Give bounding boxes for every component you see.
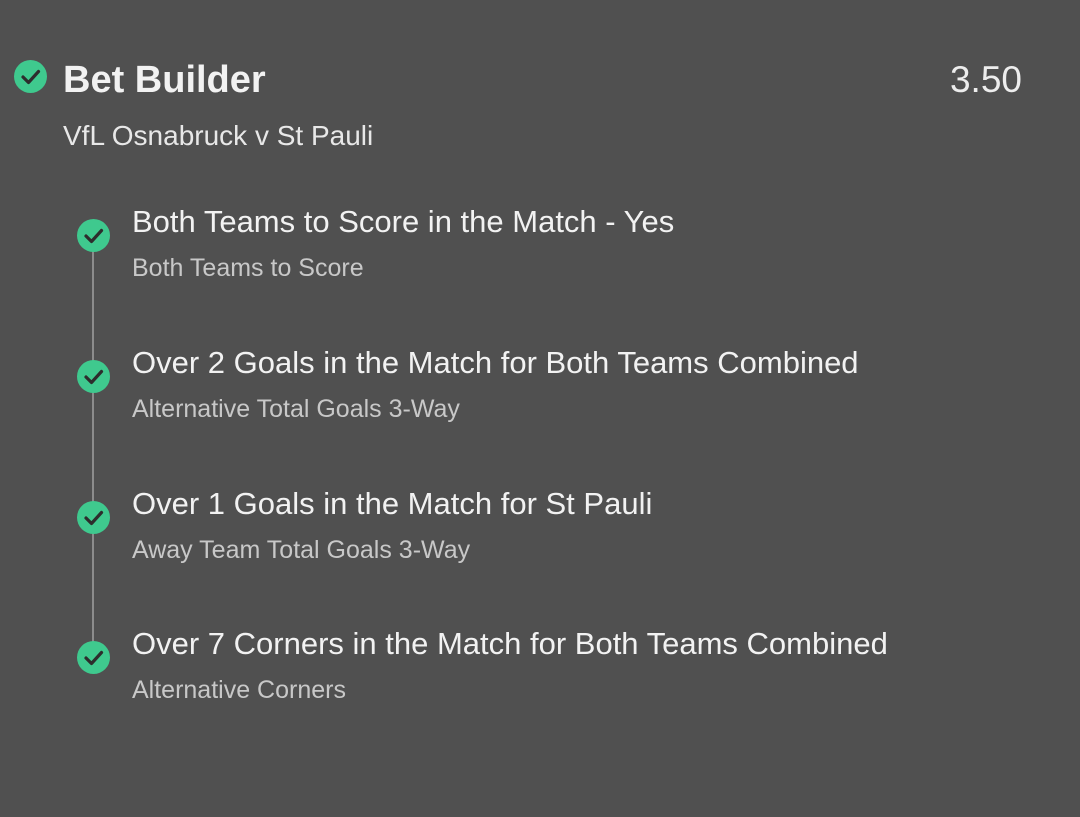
check-circle-icon <box>77 501 110 534</box>
check-circle-icon <box>77 219 110 252</box>
leg-market: Away Team Total Goals 3-Way <box>132 536 471 564</box>
bet-title: Bet Builder <box>63 59 266 101</box>
leg-selection: Both Teams to Score in the Match - Yes <box>132 204 675 239</box>
bet-leg: Both Teams to Score in the Match - Yes B… <box>0 202 1080 322</box>
check-circle-icon <box>14 60 47 93</box>
bet-leg: Over 7 Corners in the Match for Both Tea… <box>0 624 1080 744</box>
check-circle-icon <box>77 360 110 393</box>
leg-market: Both Teams to Score <box>132 254 364 282</box>
match-name: VfL Osnabruck v St Pauli <box>63 120 374 151</box>
bet-odds: 3.50 <box>949 59 1022 100</box>
leg-selection: Over 2 Goals in the Match for Both Teams… <box>132 345 859 380</box>
leg-selection: Over 7 Corners in the Match for Both Tea… <box>132 626 888 661</box>
bet-leg: Over 1 Goals in the Match for St Pauli A… <box>0 484 1080 604</box>
bet-leg: Over 2 Goals in the Match for Both Teams… <box>0 343 1080 463</box>
leg-market: Alternative Corners <box>132 676 346 704</box>
leg-selection: Over 1 Goals in the Match for St Pauli <box>132 486 653 521</box>
check-circle-icon <box>77 641 110 674</box>
leg-market: Alternative Total Goals 3-Way <box>132 395 460 423</box>
